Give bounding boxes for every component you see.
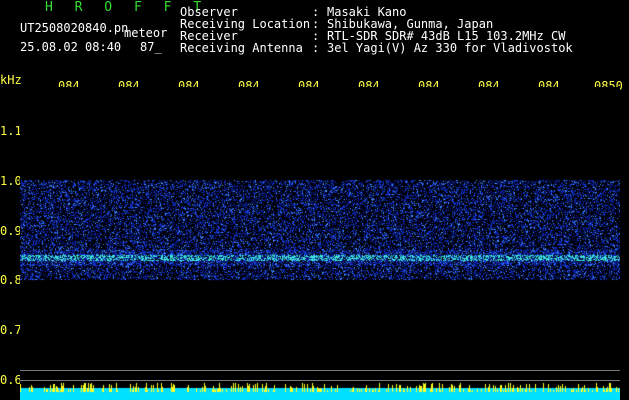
y-axis-unit: kHz — [0, 73, 22, 87]
y-tick: 1.0 — [0, 174, 22, 188]
filename-label: UT2508020840.pn — [20, 21, 129, 35]
y-tick: 0.9 — [0, 224, 22, 238]
y-tick: 0.8 — [0, 273, 22, 287]
count-label: 87_ — [140, 40, 162, 54]
y-tick: 1.1 — [0, 124, 22, 138]
reference-line-upper — [20, 370, 620, 371]
datetime-label: 25.08.02 08:40 — [20, 40, 122, 54]
antenna-value: 3el Yagi(V) Az 330 for Vladivostok — [327, 41, 573, 55]
y-tick: 0.7 — [0, 323, 22, 337]
antenna-label: Receiving Antenna — [180, 41, 303, 55]
y-tick: 0.6 — [0, 373, 22, 387]
antenna-sep: : — [312, 41, 320, 55]
spectrogram-plot — [20, 87, 620, 400]
reference-line-lower — [20, 380, 620, 381]
spectrogram-canvas — [20, 87, 620, 400]
mode-label: meteor — [124, 26, 168, 40]
